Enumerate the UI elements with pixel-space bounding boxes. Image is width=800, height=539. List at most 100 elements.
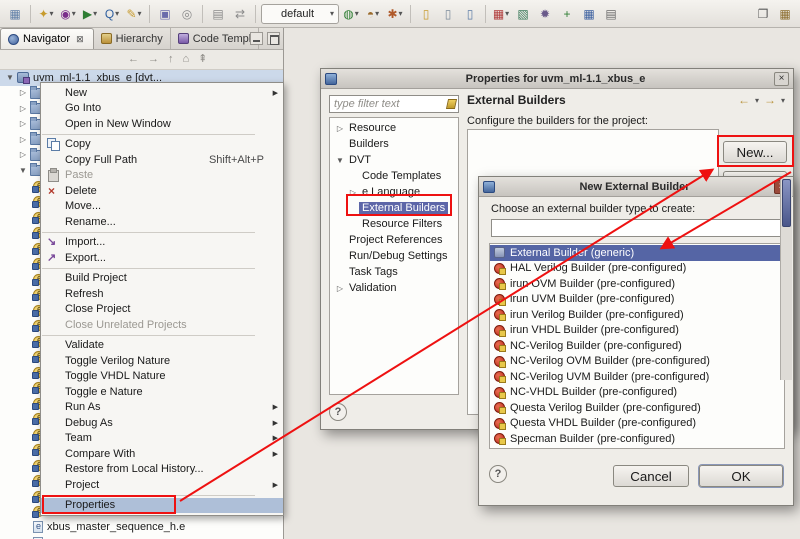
context-menu-item[interactable]: Copy (41, 137, 283, 153)
expand-arrow-icon[interactable]: ▷ (334, 284, 346, 293)
properties-tree-item[interactable]: Run/Debug Settings (330, 248, 458, 264)
debug-icon[interactable]: ◉ ▾ (58, 4, 78, 24)
context-menu-item[interactable]: Export... (41, 250, 283, 266)
globe-icon[interactable]: ◍ ▾ (341, 4, 361, 24)
perspective-switch-icon[interactable]: ▦ (775, 4, 795, 24)
builder-option[interactable]: NC-VHDL Builder (pre-configured) (490, 385, 784, 401)
builder-option[interactable]: Questa VHDL Builder (pre-configured) (490, 416, 784, 432)
context-menu-item[interactable]: Close Project (41, 302, 283, 318)
maximize-icon[interactable] (267, 32, 280, 45)
expand-arrow-icon[interactable]: ▷ (17, 119, 29, 129)
copy-doc-icon[interactable]: ▯ (438, 4, 458, 24)
builder-option[interactable]: NC-Verilog Builder (pre-configured) (490, 338, 784, 354)
expand-arrow-icon[interactable]: ▼ (4, 73, 16, 83)
open-file-icon[interactable]: ▤ (208, 4, 228, 24)
run-icon[interactable]: ▶ ▾ (80, 4, 100, 24)
tab-code-templates[interactable]: Code Templ (171, 28, 260, 49)
back-icon[interactable]: ← (128, 54, 139, 65)
properties-tree-item[interactable]: ▷ e Language (330, 184, 458, 200)
toolbar-icon[interactable] (410, 4, 411, 23)
collapse-all-icon[interactable]: ⇞ (198, 54, 207, 65)
properties-dialog-titlebar[interactable]: Properties for uvm_ml-1.1_xbus_e × (321, 69, 793, 89)
context-menu-item[interactable]: Debug As ▶ (41, 415, 283, 431)
toolbar-icon[interactable] (202, 4, 203, 23)
context-menu-item[interactable]: Close Unrelated Projects (41, 317, 283, 333)
filter-icon[interactable]: ✱ ▾ (385, 4, 405, 24)
builder-option[interactable]: irun UVM Builder (pre-configured) (490, 292, 784, 308)
properties-tree-item[interactable]: Project References (330, 232, 458, 248)
builder-option[interactable]: HAL Verilog Builder (pre-configured) (490, 261, 784, 277)
home-icon[interactable]: ⌂ (183, 54, 190, 65)
builder-option[interactable]: NC-Verilog UVM Builder (pre-configured) (490, 369, 784, 385)
context-menu-item[interactable]: Paste (41, 168, 283, 184)
code-gen-icon[interactable]: ✎ ▾ (124, 4, 144, 24)
context-menu-item[interactable]: Project ▶ (41, 477, 283, 493)
toolbar-icon[interactable] (623, 4, 751, 24)
expand-arrow-icon[interactable]: ▷ (17, 88, 29, 98)
forward-page-icon[interactable]: → (764, 93, 776, 107)
navigator-tree-item[interactable]: xbus_master_sequence_h.e (0, 520, 283, 536)
help-button[interactable]: ? (329, 403, 347, 421)
expand-arrow-icon[interactable]: ▷ (17, 135, 29, 145)
minimize-icon[interactable] (250, 32, 263, 45)
toolbar-icon[interactable] (30, 4, 31, 23)
properties-tree-item[interactable]: ▷ Validation (330, 280, 458, 296)
toolbar-icon[interactable] (485, 4, 486, 23)
toolbar-icon[interactable] (255, 4, 256, 23)
editor-window-icon[interactable]: ❐ (753, 4, 773, 24)
help-button[interactable]: ? (489, 465, 507, 483)
scrollbar[interactable] (780, 178, 792, 380)
properties-tree-item[interactable]: External Builders (330, 200, 458, 216)
context-menu-item[interactable]: Validate (41, 338, 283, 354)
builder-option[interactable]: irun Verilog Builder (pre-configured) (490, 307, 784, 323)
add-icon[interactable]: + (557, 4, 577, 24)
gear-icon[interactable]: ✹ (535, 4, 555, 24)
waves-icon[interactable]: ▧ (513, 4, 533, 24)
context-menu-item[interactable]: New ▶ (41, 85, 283, 101)
context-menu-item[interactable]: Delete (41, 183, 283, 199)
builder-option[interactable]: Questa Verilog Builder (pre-configured) (490, 400, 784, 416)
context-menu-item[interactable]: Copy Full Path Shift+Alt+P (41, 152, 283, 168)
context-menu-item[interactable]: Properties (41, 497, 283, 513)
toolbar-icon[interactable] (149, 4, 150, 23)
expand-arrow-icon[interactable]: ▷ (334, 124, 346, 133)
properties-tree-item[interactable]: ▼ DVT (330, 152, 458, 168)
tab-navigator[interactable]: Navigator ⊠ (0, 28, 94, 49)
expand-arrow-icon[interactable]: ▼ (334, 156, 346, 165)
build-icon[interactable]: ▣ (155, 4, 175, 24)
context-menu-item[interactable]: Go Into (41, 101, 283, 117)
context-menu-item[interactable]: Toggle VHDL Nature (41, 369, 283, 385)
up-icon[interactable]: ↑ (168, 54, 174, 65)
context-menu-item[interactable]: Import... (41, 235, 283, 251)
link-editor-icon[interactable]: ⇄ (230, 4, 250, 24)
launch-config-select[interactable]: default ▾ (261, 3, 339, 24)
context-menu-item[interactable]: Toggle Verilog Nature (41, 353, 283, 369)
properties-tree-item[interactable]: Task Tags (330, 264, 458, 280)
new-builder-button[interactable]: New... (723, 141, 787, 163)
builder-type-input[interactable] (491, 219, 783, 237)
schematic-icon[interactable]: ▦ (579, 4, 599, 24)
properties-tree-item[interactable]: Code Templates (330, 168, 458, 184)
save-doc-icon[interactable]: ▯ (460, 4, 480, 24)
builder-dialog-titlebar[interactable]: New External Builder × (479, 177, 793, 197)
builder-option[interactable]: irun VHDL Builder (pre-configured) (490, 323, 784, 339)
new-wizard-icon[interactable]: ✦ ▾ (36, 4, 56, 24)
expand-arrow-icon[interactable]: ▷ (347, 188, 359, 197)
scrollbar-thumb[interactable] (782, 179, 791, 227)
back-dropdown-icon[interactable]: ▾ (755, 96, 759, 105)
ok-button[interactable]: OK (699, 465, 783, 487)
properties-tree-item[interactable]: ▷ Resource (330, 120, 458, 136)
clear-filter-icon[interactable] (445, 99, 458, 109)
properties-tree-item[interactable]: Builders (330, 136, 458, 152)
back-page-icon[interactable]: ← (738, 93, 750, 107)
builder-option[interactable]: irun OVM Builder (pre-configured) (490, 276, 784, 292)
builder-option[interactable]: Specman Builder (pre-configured) (490, 431, 784, 447)
context-menu-item[interactable]: Open in New Window (41, 116, 283, 132)
navigator-tree-item[interactable] (0, 535, 283, 539)
context-menu-item[interactable]: Restore from Local History... (41, 462, 283, 478)
expand-arrow-icon[interactable]: ▼ (17, 166, 29, 176)
outline-icon[interactable]: ▤ (601, 4, 621, 24)
properties-tree-item[interactable]: Resource Filters (330, 216, 458, 232)
builder-option[interactable]: NC-Verilog OVM Builder (pre-configured) (490, 354, 784, 370)
forward-icon[interactable]: → (148, 54, 159, 65)
